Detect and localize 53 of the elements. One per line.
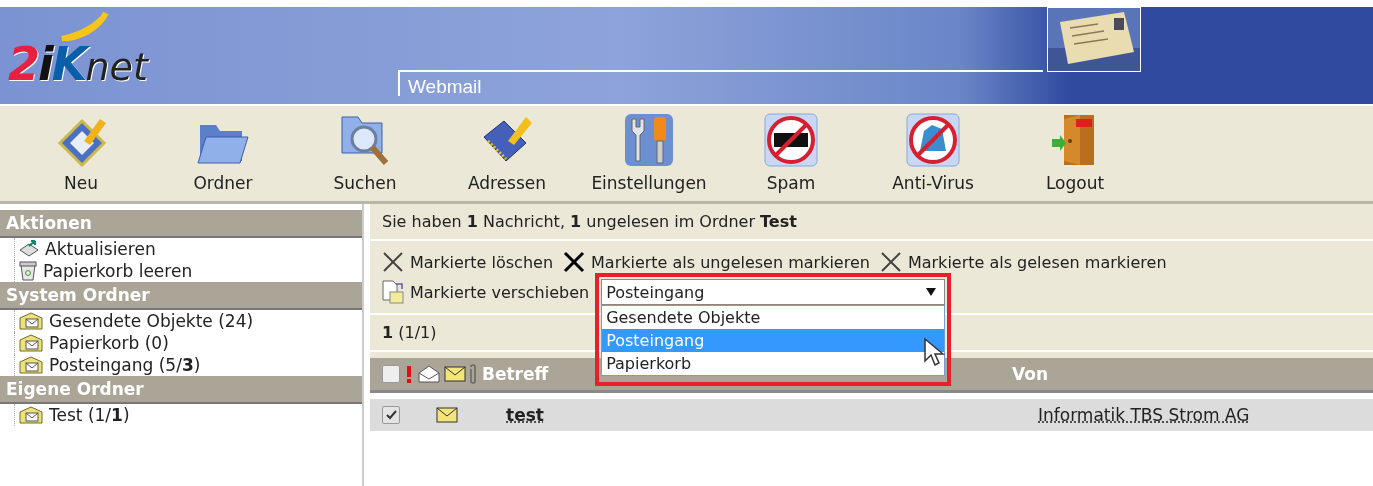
checkmark-icon: [385, 410, 397, 420]
section-header: Eigene Ordner: [0, 376, 362, 404]
exclamation-icon: [404, 364, 414, 384]
mail-folder-icon: [19, 356, 43, 374]
toolbar-button[interactable]: Ordner: [152, 106, 294, 201]
sender-link[interactable]: Informatik TBS Strom AG: [1038, 405, 1250, 425]
action-link[interactable]: Markierte löschen: [410, 252, 553, 272]
toolbar-button[interactable]: Logout: [1004, 106, 1146, 201]
mail-folder-icon: [19, 406, 43, 424]
mail-folder-icon: [19, 334, 43, 352]
mail-folder-icon: [19, 312, 43, 330]
section-header: Aktionen: [0, 210, 362, 238]
paperclip-icon: [468, 363, 478, 385]
folder-status-text: Sie haben 1 Nachricht, 1 ungelesen im Ordner Test: [382, 212, 797, 231]
cross-icon: [879, 251, 902, 273]
no-virus-icon: [906, 113, 960, 167]
move-document-icon: [382, 280, 404, 304]
message-count: 1 (1/1): [382, 323, 437, 342]
logo: 2iKnet: [8, 37, 148, 91]
folder-select[interactable]: Posteingang: [601, 279, 946, 305]
toolbar-button[interactable]: Anti-Virus: [862, 106, 1004, 201]
message-row[interactable]: test Informatik TBS Strom AG: [370, 399, 1373, 431]
sidebar-item[interactable]: Posteingang (5/3): [49, 355, 201, 375]
refresh-icon: [19, 240, 39, 258]
action-link[interactable]: Markierte als ungelesen markieren: [591, 252, 870, 272]
toolbar-button[interactable]: Spam: [720, 106, 862, 201]
sidebar-item[interactable]: Papierkorb (0): [49, 333, 169, 353]
trash-icon: [19, 261, 37, 281]
unread-envelope-icon: [436, 407, 458, 423]
cross-icon: [563, 251, 585, 273]
section-header: System Ordner: [0, 282, 362, 310]
sidebar-item[interactable]: Aktualisieren: [45, 239, 156, 259]
toolbar-button[interactable]: Suchen: [294, 106, 436, 201]
toolbar-button[interactable]: Adressen: [436, 106, 578, 201]
tools-icon: [624, 113, 674, 167]
dropdown-option[interactable]: Papierkorb: [602, 352, 945, 375]
sidebar-item[interactable]: Papierkorb leeren: [43, 261, 193, 281]
dropdown-option[interactable]: Gesendete Objekte: [602, 306, 945, 329]
swoosh-icon: [60, 11, 110, 41]
subject-link[interactable]: test: [506, 405, 1038, 425]
action-link[interactable]: Markierte als gelesen markieren: [907, 252, 1167, 272]
open-envelope-icon: [418, 365, 440, 383]
toolbar-button[interactable]: Einstellungen: [578, 106, 720, 201]
move-label: Markierte verschieben: [410, 282, 590, 302]
row-checkbox[interactable]: [382, 406, 400, 424]
sidebar-item[interactable]: Gesendete Objekte (24): [49, 311, 254, 331]
cross-icon: [382, 251, 404, 273]
envelope-icon: [444, 366, 466, 382]
toolbar-button[interactable]: Neu: [10, 106, 152, 201]
select-all-checkbox[interactable]: [382, 365, 400, 383]
no-spam-icon: [764, 113, 818, 167]
caret-icon: [926, 288, 937, 296]
sidebar-item[interactable]: Test (1/1): [49, 405, 130, 425]
